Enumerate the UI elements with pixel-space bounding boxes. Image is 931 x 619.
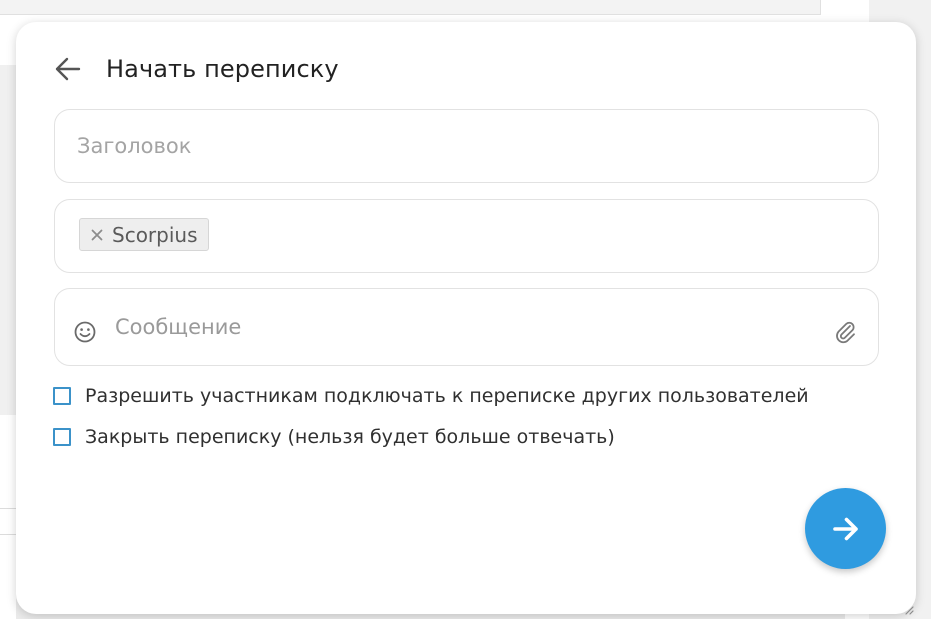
dialog-title: Начать переписку	[106, 55, 339, 83]
new-conversation-dialog: Начать переписку Scorpius	[16, 22, 916, 615]
background-divider	[0, 508, 16, 509]
close-conversation-option[interactable]: Закрыть переписку (нельзя будет больше о…	[53, 426, 615, 448]
resize-handle[interactable]	[902, 600, 914, 615]
recipient-tag-label: Scorpius	[112, 222, 198, 247]
paperclip-icon	[836, 321, 855, 344]
resize-grip-icon	[905, 606, 914, 615]
background-lower-panel	[0, 415, 16, 619]
emoji-button[interactable]	[73, 320, 97, 344]
close-conversation-checkbox[interactable]	[53, 428, 71, 446]
recipients-field[interactable]: Scorpius	[54, 199, 879, 273]
remove-recipient-button[interactable]	[91, 229, 103, 241]
subject-field	[54, 109, 879, 183]
background-left-panel	[0, 65, 16, 415]
smiley-icon	[74, 321, 96, 343]
allow-invite-checkbox[interactable]	[53, 387, 71, 405]
background-divider	[0, 534, 16, 535]
arrow-left-icon	[55, 57, 81, 81]
close-icon	[91, 229, 103, 240]
allow-invite-label: Разрешить участникам подключать к перепи…	[85, 385, 809, 407]
background-input	[0, 0, 821, 15]
subject-input[interactable]	[77, 110, 847, 182]
dialog-header: Начать переписку	[52, 50, 339, 88]
message-field	[54, 288, 879, 366]
back-button[interactable]	[52, 50, 90, 88]
close-conversation-label: Закрыть переписку (нельзя будет больше о…	[85, 426, 615, 448]
recipient-tag: Scorpius	[79, 218, 209, 251]
allow-invite-option[interactable]: Разрешить участникам подключать к перепи…	[53, 385, 809, 407]
arrow-right-icon	[832, 517, 858, 540]
attach-file-button[interactable]	[833, 319, 857, 345]
send-button[interactable]	[805, 488, 886, 569]
message-input[interactable]	[115, 289, 815, 365]
